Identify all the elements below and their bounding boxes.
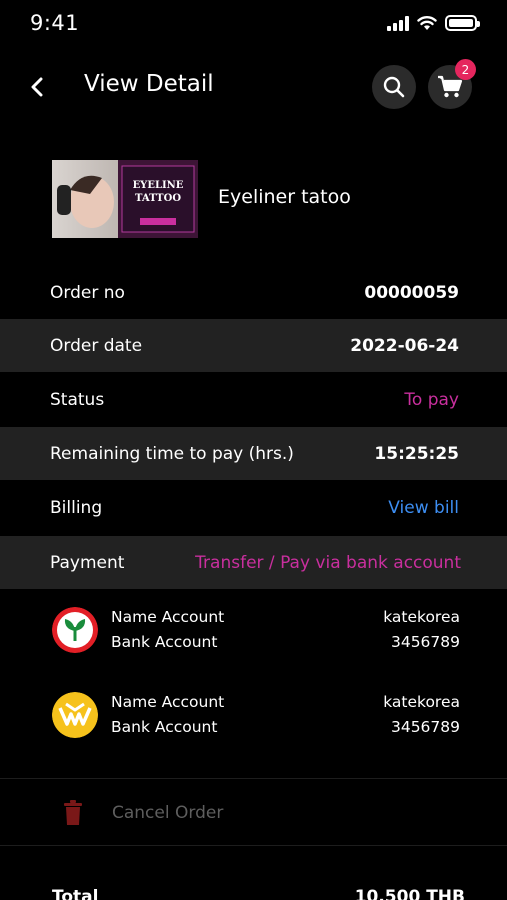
status-icons — [387, 15, 480, 31]
cart-badge: 2 — [455, 59, 476, 80]
order-no-value: 00000059 — [364, 282, 459, 303]
kasikorn-bank-logo — [52, 607, 98, 653]
bank-labels: Name Account Bank Account — [111, 690, 224, 740]
remaining-time-label: Remaining time to pay (hrs.) — [50, 443, 294, 464]
bank-account-value: 3456789 — [390, 718, 460, 736]
product-name: Eyeliner tatoo — [218, 186, 351, 208]
page-title: View Detail — [84, 71, 214, 97]
status-value: To pay — [404, 389, 459, 410]
trash-icon — [64, 800, 82, 825]
bank-values: katekorea 3456789 — [383, 690, 460, 740]
bank-labels: Name Account Bank Account — [111, 605, 224, 655]
name-account-value: katekorea — [383, 693, 460, 711]
order-no-row: Order no 00000059 — [0, 266, 507, 319]
divider — [0, 778, 507, 779]
battery-icon — [445, 15, 480, 31]
bank-account-item: Name Account Bank Account katekorea 3456… — [52, 690, 460, 740]
product-image-text-1: EYELINE — [133, 180, 184, 191]
billing-row: Billing View bill — [0, 481, 507, 534]
payment-row: Payment Transfer / Pay via bank account — [0, 536, 507, 589]
search-icon — [383, 76, 405, 98]
cancel-order-button[interactable]: Cancel Order — [62, 797, 262, 829]
signal-icon — [387, 15, 409, 31]
status-bar: 9:41 — [0, 0, 507, 48]
divider — [0, 845, 507, 846]
payment-method-value: Transfer / Pay via bank account — [195, 552, 461, 573]
order-date-value: 2022-06-24 — [350, 335, 459, 356]
cart-button[interactable]: 2 — [428, 59, 476, 109]
view-bill-link[interactable]: View bill — [388, 498, 459, 518]
name-account-label: Name Account — [111, 608, 225, 626]
wifi-icon — [417, 16, 437, 30]
order-no-label: Order no — [50, 282, 125, 303]
name-account-label: Name Account — [111, 693, 225, 711]
product-summary: EYELINE TATTOO Eyeliner tatoo — [52, 160, 472, 238]
bank-account-label: Bank Account — [111, 718, 218, 736]
status-row: Status To pay — [0, 373, 507, 426]
krungsri-bank-logo — [52, 692, 98, 738]
back-button[interactable] — [22, 72, 52, 102]
order-date-row: Order date 2022-06-24 — [0, 319, 507, 372]
bank-account-label: Bank Account — [111, 633, 218, 651]
bank-account-item: Name Account Bank Account katekorea 3456… — [52, 605, 460, 655]
product-image-text-2: TATTOO — [135, 193, 181, 204]
cart-icon — [438, 75, 463, 98]
remaining-time-value: 15:25:25 — [374, 443, 459, 464]
status-time: 9:41 — [30, 11, 80, 35]
bank-values: katekorea 3456789 — [383, 605, 460, 655]
total-label: Total — [52, 887, 99, 900]
total-row: Total 10,500 THB — [0, 887, 507, 900]
payment-label: Payment — [50, 552, 125, 573]
product-image: EYELINE TATTOO — [52, 160, 198, 238]
remaining-time-row: Remaining time to pay (hrs.) 15:25:25 — [0, 427, 507, 480]
name-account-value: katekorea — [383, 608, 460, 626]
cancel-order-label: Cancel Order — [112, 803, 224, 823]
header: View Detail 2 — [0, 59, 507, 114]
billing-label: Billing — [50, 497, 103, 518]
status-label: Status — [50, 389, 105, 410]
total-value: 10,500 THB — [354, 887, 465, 900]
search-button[interactable] — [372, 65, 416, 109]
order-date-label: Order date — [50, 335, 143, 356]
bank-account-value: 3456789 — [390, 633, 460, 651]
chevron-left-icon — [31, 77, 43, 97]
